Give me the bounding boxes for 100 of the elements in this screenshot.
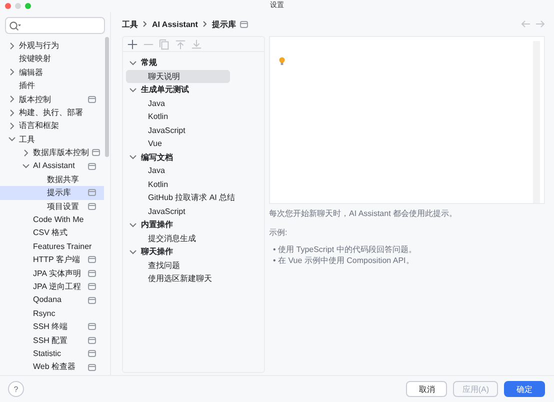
sidebar-item[interactable]: SSH 终端 xyxy=(0,320,104,334)
prompt-item[interactable]: 聊天说明 xyxy=(126,70,230,83)
project-scope-icon xyxy=(88,202,96,210)
prompt-group[interactable]: 生成单元测试 xyxy=(126,83,261,96)
chevron-down-icon[interactable] xyxy=(8,135,16,144)
sidebar-item[interactable]: 外观与行为 xyxy=(0,39,104,52)
sidebar-item[interactable]: 语言和框架 xyxy=(0,119,104,133)
sidebar-item[interactable]: JPA 逆向工程 xyxy=(0,280,104,294)
example-text: • 使用 TypeScript 中的代码段回答问题。 xyxy=(272,244,418,255)
add-icon[interactable] xyxy=(127,38,138,50)
sidebar-item[interactable]: 按键映射 xyxy=(0,52,104,66)
item-label: 编辑器 xyxy=(19,66,44,79)
sidebar-item[interactable]: 数据共享 xyxy=(0,172,104,186)
group-label: 常规 xyxy=(141,57,157,68)
sidebar-item[interactable]: AI Assistant xyxy=(0,160,104,173)
item-label: 提示库 xyxy=(47,187,72,200)
project-scope-icon xyxy=(240,20,248,28)
project-scope-icon xyxy=(88,364,96,371)
sidebar-item[interactable]: JPA 实体声明 xyxy=(0,266,104,280)
item-label: 工具 xyxy=(19,134,36,146)
chevron-right-icon xyxy=(202,20,208,28)
sidebar-item[interactable]: 构建、执行、部署 xyxy=(0,106,104,120)
search-field[interactable] xyxy=(5,17,105,34)
item-label: Code With Me xyxy=(33,214,85,226)
prompt-item[interactable]: 查找问题 xyxy=(126,258,230,272)
prompt-item[interactable]: GitHub 拉取请求 AI 总结 xyxy=(126,191,236,204)
item-label: 外观与行为 xyxy=(19,40,60,52)
breadcrumb-item: AI Assistant xyxy=(152,20,198,28)
sidebar-item[interactable]: Code With Me xyxy=(0,213,104,226)
item-label: 版本控制 xyxy=(19,94,52,106)
sidebar-item[interactable]: Statistic xyxy=(0,346,104,360)
prompt-item[interactable]: 使用选区新建聊天 xyxy=(126,272,230,286)
chevron-down-icon[interactable] xyxy=(129,58,137,67)
search-icon xyxy=(9,20,21,30)
group-label: 生成单元测试 xyxy=(141,84,189,96)
chevron-down-icon[interactable] xyxy=(129,153,137,162)
sidebar-item[interactable]: Web 检查器 xyxy=(0,360,104,374)
prompt-group[interactable]: 常规 xyxy=(126,56,261,70)
prompt-group[interactable]: 聊天操作 xyxy=(126,245,261,258)
sidebar-item[interactable]: CSV 格式 xyxy=(0,226,104,240)
help-button[interactable]: ? xyxy=(8,381,24,397)
project-scope-icon xyxy=(88,270,96,277)
sidebar-item[interactable]: 编辑器 xyxy=(0,66,104,80)
group-label: 内置操作 xyxy=(141,219,173,230)
close-window-button[interactable] xyxy=(5,3,11,9)
chevron-right-icon xyxy=(142,20,148,28)
sidebar-item[interactable]: 版本控制 xyxy=(0,92,104,106)
prompt-item[interactable]: Kotlin xyxy=(126,110,230,124)
item-label: Features Trainer xyxy=(33,240,93,253)
project-scope-icon xyxy=(88,350,96,358)
project-scope-icon xyxy=(88,336,96,344)
chevron-right-icon[interactable] xyxy=(8,42,16,50)
sidebar-item[interactable]: 数据库版本控制 xyxy=(0,146,104,160)
group-label: 编写文档 xyxy=(141,152,173,163)
chevron-right-icon[interactable] xyxy=(22,148,30,157)
sidebar-item[interactable]: 提示库 xyxy=(0,186,104,200)
lightbulb-icon xyxy=(279,57,285,66)
example-text: • 在 Vue 示例中使用 Composition API。 xyxy=(272,255,415,266)
item-label: HTTP 客户端 xyxy=(33,254,81,266)
sidebar-item[interactable]: 项目设置 xyxy=(0,200,104,214)
sidebar-item[interactable]: Qodana xyxy=(0,293,104,307)
item-label: Web 检查器 xyxy=(33,361,77,374)
scrollbar[interactable] xyxy=(105,37,109,157)
item-label: 数据共享 xyxy=(47,174,80,186)
group-label: 聊天操作 xyxy=(141,246,173,258)
examples-heading: 示例: xyxy=(269,227,288,238)
item-label: 构建、执行、部署 xyxy=(19,106,84,119)
sidebar-item[interactable]: 工具 xyxy=(0,132,104,146)
chevron-down-icon[interactable] xyxy=(129,248,137,256)
chevron-down-icon[interactable] xyxy=(129,220,137,229)
item-label: Rsync xyxy=(33,308,56,320)
chevron-down-icon[interactable] xyxy=(129,86,137,94)
sidebar-item[interactable]: SSH 配置 xyxy=(0,334,104,347)
prompt-group[interactable]: 编写文档 xyxy=(126,150,261,164)
item-label: Qodana xyxy=(33,294,62,306)
project-scope-icon xyxy=(88,96,96,103)
prompt-item[interactable]: Java xyxy=(126,96,230,110)
sidebar-item[interactable]: 插件 xyxy=(0,79,104,93)
breadcrumb-item: 提示库 xyxy=(212,18,236,30)
prompt-group[interactable]: 内置操作 xyxy=(126,218,261,232)
sidebar-item[interactable]: HTTP 客户端 xyxy=(0,253,104,267)
item-label: SSH 配置 xyxy=(33,334,69,347)
chevron-down-icon[interactable] xyxy=(22,162,30,170)
project-scope-icon xyxy=(88,256,96,264)
prompt-item[interactable]: Kotlin xyxy=(126,178,230,191)
sidebar-item[interactable]: Rsync xyxy=(0,306,104,320)
prompt-item[interactable]: Vue xyxy=(126,137,230,150)
chevron-right-icon[interactable] xyxy=(8,68,16,76)
prompt-item[interactable]: JavaScript xyxy=(126,204,230,218)
sidebar-item[interactable]: Features Trainer xyxy=(0,240,104,254)
dialog-button[interactable]: 取消 xyxy=(406,381,448,397)
project-scope-icon xyxy=(88,189,96,196)
prompt-item[interactable]: 提交消息生成 xyxy=(126,232,230,245)
prompt-item[interactable]: Java xyxy=(126,164,230,178)
prompt-item[interactable]: JavaScript xyxy=(126,124,230,137)
item-label: JPA 实体声明 xyxy=(33,268,82,280)
item-label: CSV 格式 xyxy=(33,227,69,240)
breadcrumb-item: 工具 xyxy=(122,18,138,30)
dialog-button[interactable]: 确定 xyxy=(504,381,545,397)
item-label: 按键映射 xyxy=(19,53,52,66)
